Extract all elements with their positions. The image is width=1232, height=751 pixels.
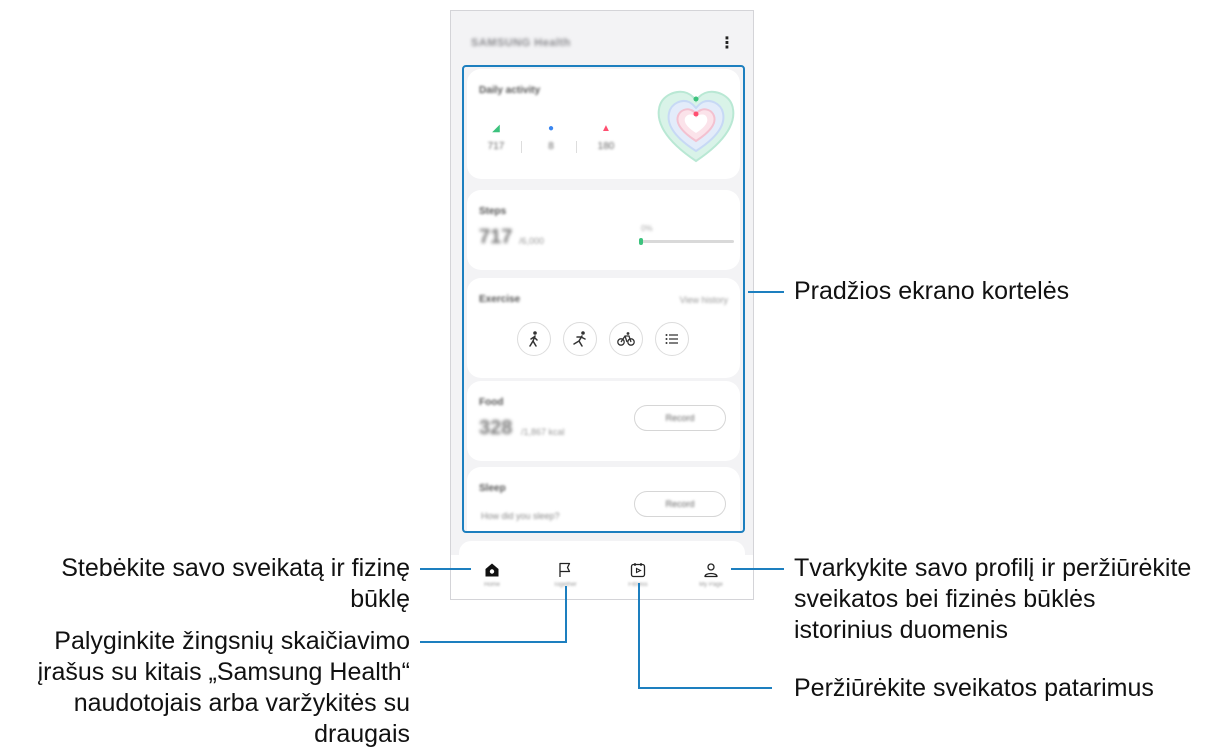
more-options-icon[interactable]: ⋮ bbox=[719, 33, 735, 55]
cycling-icon[interactable] bbox=[609, 322, 643, 356]
activity-minutes-value: 8 bbox=[548, 141, 554, 152]
tab-together[interactable]: Together bbox=[543, 561, 587, 588]
flame-icon: ▲ bbox=[601, 123, 611, 134]
flag-icon bbox=[543, 561, 587, 579]
callout-mypage-tab-line3: istorinius duomenis bbox=[794, 616, 1008, 644]
callout-together-tab-line4: draugais bbox=[314, 720, 410, 748]
callout-line-home-cards bbox=[748, 291, 784, 293]
bottom-navigation: Home Together Fitness My Page bbox=[451, 555, 753, 599]
exercise-title: Exercise bbox=[479, 294, 521, 305]
sleep-record-button[interactable]: Record bbox=[634, 491, 726, 517]
activity-steps-value: 717 bbox=[487, 141, 505, 152]
steps-card[interactable]: Steps 717 /6,000 0% bbox=[467, 190, 740, 270]
callout-mypage-tab-line2: sveikatos bei fizinės būklės bbox=[794, 585, 1096, 613]
activity-steps: ◢ 717 bbox=[481, 123, 511, 152]
food-title: Food bbox=[479, 397, 504, 408]
callout-home-tab-line2: būklę bbox=[350, 585, 410, 613]
sleep-title: Sleep bbox=[479, 483, 506, 494]
callout-line-mypage-tab bbox=[731, 568, 784, 570]
activity-heart-rings bbox=[657, 90, 735, 163]
food-unit: /1,867 kcal bbox=[521, 427, 565, 437]
callout-together-tab-line3: naudotojais arba varžykitės su bbox=[73, 689, 410, 717]
phone-screen: SAMSUNG Health ⋮ Daily activity ◢ 717 ● … bbox=[450, 10, 754, 600]
next-card-peek bbox=[459, 541, 745, 555]
food-value: 328 bbox=[479, 417, 513, 439]
daily-activity-card[interactable]: Daily activity ◢ 717 ● 8 ▲ 180 bbox=[467, 69, 740, 179]
exercise-history-link[interactable]: View history bbox=[680, 295, 728, 305]
clock-icon: ● bbox=[547, 123, 555, 134]
callout-together-tab-line2: įrašus su kitais „Samsung Health“ bbox=[37, 658, 410, 686]
sleep-record-label: Record bbox=[665, 499, 695, 509]
tab-home[interactable]: Home bbox=[470, 561, 514, 588]
running-icon[interactable] bbox=[563, 322, 597, 356]
steps-unit: /6,000 bbox=[519, 236, 545, 246]
play-calendar-icon bbox=[616, 561, 660, 579]
home-icon bbox=[470, 561, 514, 579]
daily-activity-title: Daily activity bbox=[479, 85, 541, 96]
callout-line-together-v bbox=[565, 586, 567, 643]
callout-mypage-tab: Tvarkykite savo profilį ir peržiūrėkite … bbox=[794, 553, 1191, 646]
activity-calories: ▲ 180 bbox=[591, 123, 621, 152]
steps-value: 717 bbox=[479, 226, 513, 248]
activity-minutes: ● 8 bbox=[536, 123, 566, 152]
callout-line-fitness-h bbox=[638, 687, 772, 689]
callout-fitness-tab: Peržiūrėkite sveikatos patarimus bbox=[794, 674, 1154, 702]
callout-home-cards: Pradžios ekrano kortelės bbox=[794, 277, 1070, 305]
activity-calories-value: 180 bbox=[597, 141, 615, 152]
callout-together-tab-line1: Palyginkite žingsnių skaičiavimo bbox=[54, 627, 410, 655]
exercise-card[interactable]: Exercise View history bbox=[467, 278, 740, 378]
callout-home-tab-line1: Stebėkite savo sveikatą ir fizinę bbox=[61, 554, 410, 582]
food-card[interactable]: Food 328 /1,867 kcal Record bbox=[467, 381, 740, 461]
sleep-card[interactable]: Sleep How did you sleep? Record bbox=[467, 467, 740, 531]
food-record-button[interactable]: Record bbox=[634, 405, 726, 431]
steps-progress-bar bbox=[639, 238, 734, 245]
sleep-question: How did you sleep? bbox=[481, 511, 560, 521]
callout-home-tab: Stebėkite savo sveikatą ir fizinę būklę bbox=[61, 553, 410, 615]
walking-icon[interactable] bbox=[517, 322, 551, 356]
food-record-label: Record bbox=[665, 413, 695, 423]
tab-my-page-label: My Page bbox=[699, 582, 723, 588]
callout-together-tab: Palyginkite žingsnių skaičiavimo įrašus … bbox=[38, 626, 410, 750]
app-title: SAMSUNG Health bbox=[471, 37, 571, 49]
activity-divider bbox=[521, 141, 522, 153]
steps-title: Steps bbox=[479, 206, 507, 217]
shoe-icon: ◢ bbox=[492, 123, 500, 134]
activity-divider bbox=[576, 141, 577, 153]
app-header: SAMSUNG Health ⋮ bbox=[451, 11, 753, 73]
list-icon[interactable] bbox=[655, 322, 689, 356]
callout-mypage-tab-line1: Tvarkykite savo profilį ir peržiūrėkite bbox=[794, 554, 1192, 582]
steps-goal-label: 0% bbox=[641, 224, 653, 233]
person-icon bbox=[689, 561, 733, 579]
tab-my-page[interactable]: My Page bbox=[689, 561, 733, 588]
steps-progress-fill bbox=[639, 238, 643, 245]
home-cards-region: Daily activity ◢ 717 ● 8 ▲ 180 Steps 717… bbox=[462, 65, 745, 533]
callout-line-home-tab bbox=[420, 568, 471, 570]
callout-line-together-h bbox=[420, 641, 566, 643]
callout-line-fitness-v bbox=[638, 583, 640, 689]
tab-home-label: Home bbox=[483, 582, 500, 588]
